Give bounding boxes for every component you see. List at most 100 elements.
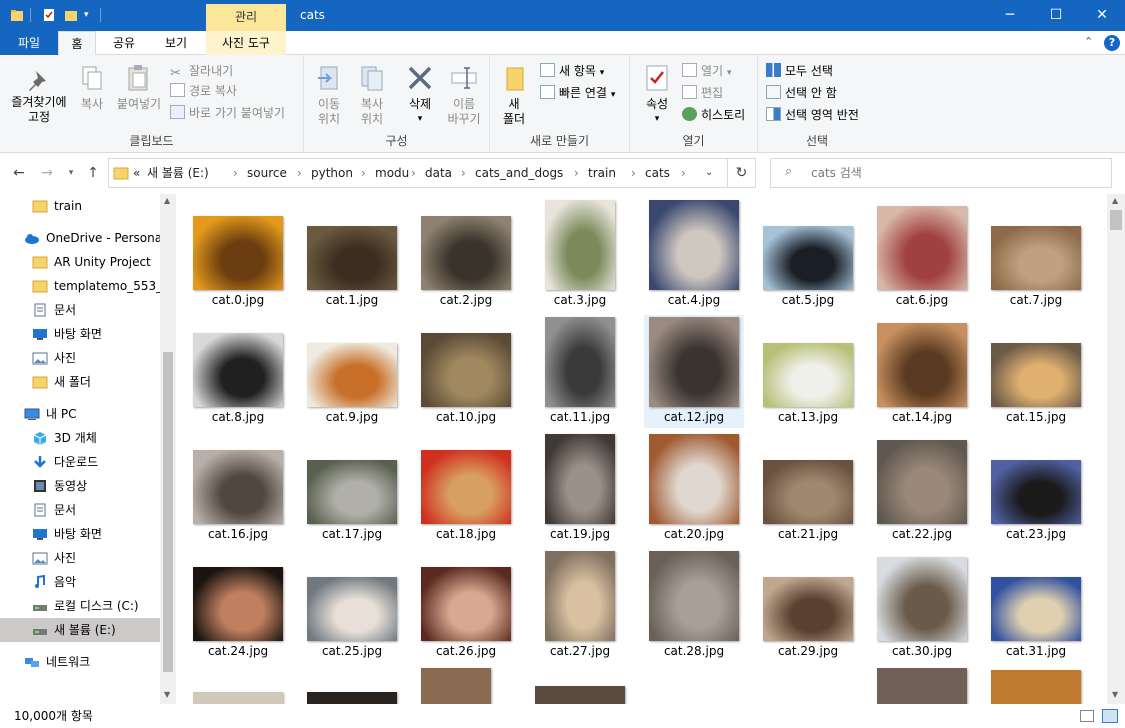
image-thumbnail[interactable] [991,670,1081,704]
breadcrumb-separator[interactable]: › [574,159,579,187]
nav-item[interactable]: 다운로드 [0,450,160,474]
folder-icon[interactable] [10,8,24,22]
file-item[interactable]: cat.3.jpg [530,198,630,311]
file-item[interactable]: cat.9.jpg [302,315,402,428]
nav-item[interactable]: train [0,194,160,218]
invert-selection-button[interactable]: 선택 영역 반전 [766,105,859,125]
file-item[interactable]: cat.4.jpg [644,198,744,311]
file-item[interactable]: cat.22.jpg [872,432,972,545]
file-item[interactable]: cat.26.jpg [416,549,516,662]
forward-button[interactable]: → [36,162,58,184]
properties-icon[interactable] [42,8,56,22]
nav-item[interactable]: 바탕 화면 [0,522,160,546]
breadcrumb-item[interactable]: source [247,159,287,187]
up-button[interactable]: ↑ [82,162,104,184]
nav-item[interactable]: templatemo_553_xt [0,274,160,298]
copy-button[interactable]: 복사 [74,63,110,112]
maximize-button[interactable]: ☐ [1033,0,1079,31]
search-input[interactable]: cats 검색 [811,159,862,187]
search-box[interactable]: ⌕ cats 검색 [770,158,1112,188]
tab-picture-tools[interactable]: 사진 도구 [206,31,286,55]
file-item[interactable]: cat.23.jpg [986,432,1086,545]
file-item[interactable]: cat.30.jpg [872,549,972,662]
breadcrumb-separator[interactable]: › [233,159,238,187]
context-tab-manage[interactable]: 관리 [206,4,286,31]
tab-file[interactable]: 파일 [0,31,58,55]
content-scroll-thumb[interactable] [1110,210,1122,230]
customize-toolbar-icon[interactable]: ▾ [84,8,98,22]
file-item[interactable]: cat.1.jpg [302,198,402,311]
nav-item[interactable]: 사진 [0,546,160,570]
breadcrumb-separator[interactable]: › [681,159,686,187]
breadcrumb-separator[interactable]: › [361,159,366,187]
nav-scrollbar[interactable]: ▲ ▼ [160,194,176,704]
file-item[interactable]: cat.11.jpg [530,315,630,428]
nav-scroll-thumb[interactable] [163,352,173,672]
file-item[interactable]: cat.5.jpg [758,198,858,311]
breadcrumb-item[interactable]: data [425,159,452,187]
file-item[interactable]: cat.13.jpg [758,315,858,428]
paste-button[interactable]: 붙여넣기 [114,63,164,112]
file-item[interactable]: cat.10.jpg [416,315,516,428]
select-all-button[interactable]: 모두 선택 [766,61,833,81]
tab-view[interactable]: 보기 [156,31,196,55]
nav-item[interactable]: 네트워크 [0,650,160,674]
file-item[interactable]: cat.20.jpg [644,432,744,545]
collapse-ribbon-icon[interactable]: ⌃ [1084,35,1093,48]
close-button[interactable]: ✕ [1079,0,1125,31]
file-item[interactable]: cat.29.jpg [758,549,858,662]
open-button[interactable]: 열기 ▾ [682,61,731,81]
image-thumbnail[interactable] [193,692,283,704]
breadcrumb-item[interactable]: python [311,159,353,187]
image-thumbnail[interactable] [307,692,397,704]
recent-locations-icon[interactable]: ▾ [60,162,82,184]
file-item[interactable]: cat.6.jpg [872,198,972,311]
nav-item[interactable]: 로컬 디스크 (C:) [0,594,160,618]
breadcrumb-item[interactable]: modu [375,159,409,187]
breadcrumb-item[interactable]: train [588,159,616,187]
file-item[interactable]: cat.28.jpg [644,549,744,662]
file-item[interactable]: cat.31.jpg [986,549,1086,662]
copy-to-button[interactable]: 복사 위치 [350,63,394,127]
refresh-button[interactable]: ↻ [728,158,756,188]
breadcrumb-separator[interactable]: › [297,159,302,187]
address-dropdown-icon[interactable]: ⌄ [705,159,713,187]
new-item-button[interactable]: 새 항목 ▾ [540,61,604,81]
file-item[interactable]: cat.7.jpg [986,198,1086,311]
file-item[interactable]: cat.8.jpg [188,315,288,428]
large-icons-view-icon[interactable] [1102,709,1118,723]
pin-to-quick-access-button[interactable]: 즐겨찾기에 고정 [4,67,74,125]
help-icon[interactable]: ? [1104,35,1120,51]
nav-item[interactable]: 3D 개체 [0,426,160,450]
breadcrumb-separator[interactable]: › [411,159,416,187]
nav-item[interactable]: 내 PC [0,402,160,426]
nav-item[interactable]: 음악 [0,570,160,594]
tab-share[interactable]: 공유 [104,31,144,55]
move-to-button[interactable]: 이동 위치 [308,63,350,127]
nav-item[interactable]: 동영상 [0,474,160,498]
history-button[interactable]: 히스토리 [682,105,745,125]
file-item[interactable]: cat.24.jpg [188,549,288,662]
image-thumbnail[interactable] [535,686,625,704]
paste-shortcut-button[interactable]: 바로 가기 붙여넣기 [170,103,285,123]
file-item[interactable]: cat.17.jpg [302,432,402,545]
breadcrumb-overflow[interactable]: « [133,159,140,187]
nav-item[interactable]: 문서 [0,298,160,322]
nav-item[interactable]: 새 볼륨 (E:) [0,618,160,642]
breadcrumb-item[interactable]: cats [645,159,670,187]
file-item[interactable]: cat.14.jpg [872,315,972,428]
file-item[interactable]: cat.15.jpg [986,315,1086,428]
breadcrumb-item[interactable]: cats_and_dogs [475,159,563,187]
scroll-up-icon[interactable]: ▲ [1112,196,1118,205]
nav-item[interactable]: 바탕 화면 [0,322,160,346]
file-item[interactable]: cat.27.jpg [530,549,630,662]
delete-button[interactable]: 삭제 ▾ [400,63,440,127]
file-item[interactable]: cat.0.jpg [188,198,288,311]
file-item[interactable]: cat.25.jpg [302,549,402,662]
properties-button[interactable]: 속성 ▾ [634,63,680,127]
address-bar[interactable]: «새 볼륨 (E:) › source › python › modu › data › cats_… [108,158,728,188]
nav-item[interactable]: 문서 [0,498,160,522]
content-scrollbar[interactable]: ▲ ▼ [1107,194,1125,704]
tab-home[interactable]: 홈 [58,31,96,56]
file-item[interactable]: cat.16.jpg [188,432,288,545]
